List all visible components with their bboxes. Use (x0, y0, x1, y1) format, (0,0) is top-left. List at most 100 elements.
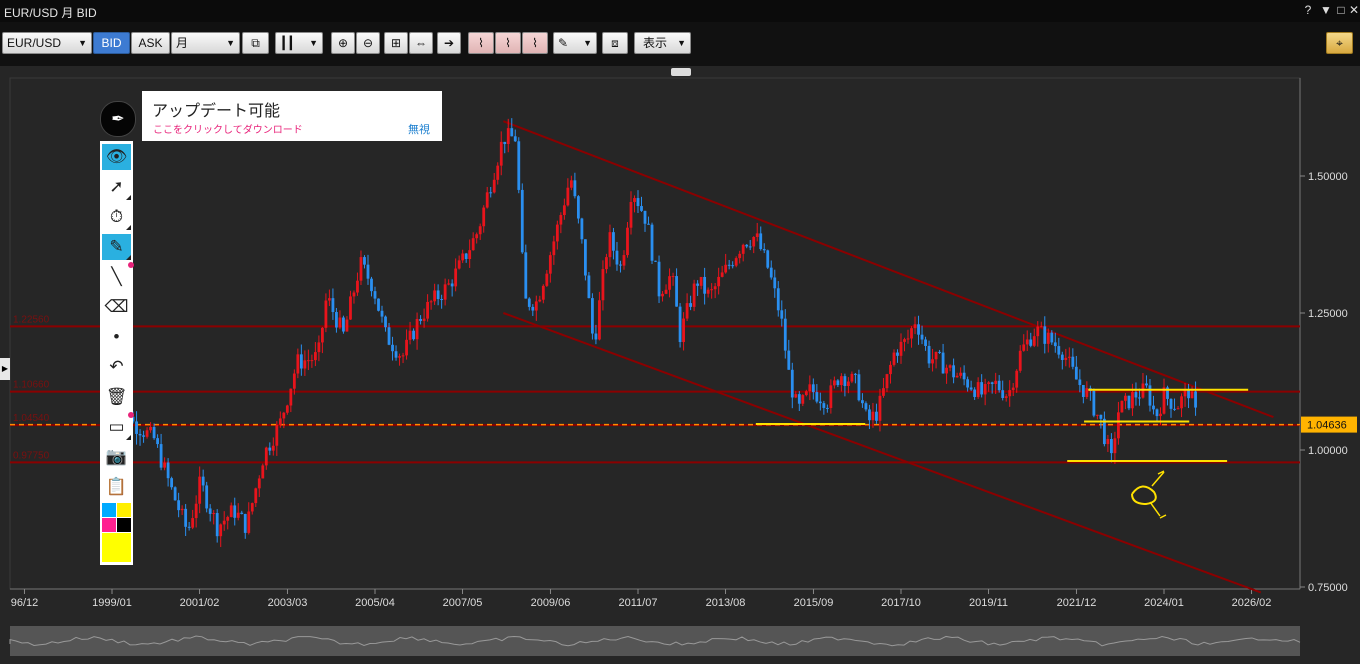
remove-indicator-button[interactable]: ⌇ (522, 32, 548, 54)
candle-body (345, 319, 349, 332)
candle-body (657, 261, 661, 297)
ignore-link[interactable]: 無視 (408, 121, 430, 137)
candle-body (1036, 326, 1040, 337)
whiteboard-tool[interactable]: ▭ (102, 412, 134, 440)
chevron-down-icon: ▼ (583, 38, 592, 48)
candle-body (787, 350, 791, 370)
candle-body (187, 526, 191, 528)
candle-body (506, 128, 510, 145)
update-popup-title: アップデート可能 (152, 103, 281, 120)
bid-button[interactable]: BID (93, 32, 130, 54)
line-tool[interactable]: ╲ (102, 262, 134, 290)
candle-body (769, 267, 773, 278)
side-panel-handle[interactable]: ▶ (0, 358, 10, 380)
candle-body (531, 306, 535, 311)
camera-tool[interactable]: 📷 (102, 444, 131, 470)
candle-body (247, 511, 251, 533)
fit-vertical-button[interactable]: ⊞ (384, 32, 408, 54)
delete-tool[interactable]: 🗑 (102, 384, 131, 410)
candle-body (482, 207, 486, 227)
chevron-down-icon: ▼ (226, 38, 235, 48)
candle-body (342, 317, 345, 332)
compare-button[interactable]: ⧉ (242, 32, 269, 54)
candle-body (605, 257, 608, 270)
screenshot-button[interactable]: ⧈ (602, 32, 628, 54)
display-menu[interactable]: 表示 ▼ (634, 32, 691, 54)
candle-body (955, 375, 959, 378)
ask-button[interactable]: ASK (131, 32, 170, 54)
candle-body (706, 289, 710, 294)
indicator-settings-button[interactable]: ⌇ (495, 32, 521, 54)
select-tool[interactable]: ➚ (102, 174, 131, 200)
candle-body (1106, 438, 1110, 445)
scroll-end-button[interactable]: ➔ (437, 32, 461, 54)
x-tick-label: 2019/11 (969, 597, 1008, 609)
highlighter-tool[interactable]: ✎ (102, 234, 131, 260)
chart-area[interactable]: 0.75000 1.00000 1.25000 1.50000 96/12 1999/01… (0, 66, 1360, 659)
link-icon: ⧉ (251, 36, 260, 50)
color-swatch-black[interactable] (117, 518, 131, 532)
candle-body (387, 327, 391, 345)
fit-horizontal-button[interactable]: ⇔ (409, 32, 433, 54)
pen-logo-icon[interactable]: ✒ (100, 101, 136, 137)
chart-type-select[interactable]: ┃┃ ▼ (275, 32, 323, 54)
candle-body (980, 382, 984, 395)
navigator-strip (10, 626, 1300, 656)
candle-body (668, 276, 671, 290)
color-swatch-selected[interactable] (102, 533, 131, 562)
maximize-button[interactable]: □ (1334, 3, 1348, 17)
color-swatch-magenta[interactable] (102, 518, 116, 532)
eraser-icon: ⌫ (104, 297, 129, 316)
undo-tool[interactable]: ↶ (102, 354, 131, 380)
candle-body (1095, 414, 1099, 416)
candle-body (1134, 392, 1138, 398)
candle-body (752, 236, 756, 247)
add-indicator-button[interactable]: ⌇ (468, 32, 494, 54)
visibility-tool[interactable]: 👁 (102, 144, 131, 170)
candle-body (994, 380, 998, 384)
collapse-toolbar-tab[interactable] (671, 68, 691, 76)
candle-body (1043, 326, 1047, 344)
candle-body (910, 328, 913, 339)
price-chart[interactable]: 0.75000 1.00000 1.25000 1.50000 96/12 1999/01… (0, 66, 1360, 659)
chart-image-icon: ⧈ (611, 36, 619, 50)
x-tick-label: 2024/01 (1144, 597, 1184, 609)
timer-tool[interactable]: ⏱ (102, 204, 131, 230)
candle-body (303, 360, 307, 369)
period-select[interactable]: 月 ▼ (171, 32, 240, 54)
drawing-tools-select[interactable]: ✎ ▼ (553, 32, 597, 54)
clipboard-tool[interactable]: 📋 (102, 474, 131, 500)
candle-body (1131, 392, 1134, 409)
candle-body (475, 234, 479, 239)
display-menu-label: 表示 (643, 36, 668, 50)
point-tool[interactable]: • (102, 324, 131, 350)
download-link[interactable]: ここをクリックしてダウンロード (153, 121, 303, 136)
candle-body (363, 257, 366, 265)
help-button[interactable]: ? (1301, 3, 1315, 17)
candle-body (1057, 346, 1061, 355)
candle-body (254, 488, 258, 504)
candle-body (391, 344, 394, 352)
color-swatch-cyan[interactable] (102, 503, 116, 517)
candle-body (822, 403, 826, 408)
minimize-button[interactable]: ▼ (1319, 3, 1333, 17)
close-button[interactable]: ✕ (1347, 3, 1360, 17)
color-swatch-yellow[interactable] (117, 503, 131, 517)
candle-body (331, 298, 335, 313)
submenu-indicator-icon (126, 255, 131, 260)
candle-body (468, 250, 472, 260)
candle-body (654, 260, 657, 262)
zoom-out-button[interactable]: ⊖ (356, 32, 380, 54)
candle-body (394, 351, 398, 358)
candle-body (138, 433, 142, 436)
eraser-tool[interactable]: ⌫ (102, 294, 131, 320)
x-tick-label: 2021/12 (1057, 597, 1097, 609)
zoom-in-button[interactable]: ⊕ (331, 32, 355, 54)
x-tick-label: 2017/10 (881, 597, 921, 609)
crosshair-button[interactable]: ⌖ (1326, 32, 1353, 54)
horizontal-level-label: 1.22560 (13, 314, 50, 325)
symbol-select[interactable]: EUR/USD ▼ (2, 32, 92, 54)
candle-body (587, 275, 591, 299)
horizontal-level-label: 1.10660 (13, 380, 50, 391)
candle-body (229, 505, 233, 518)
